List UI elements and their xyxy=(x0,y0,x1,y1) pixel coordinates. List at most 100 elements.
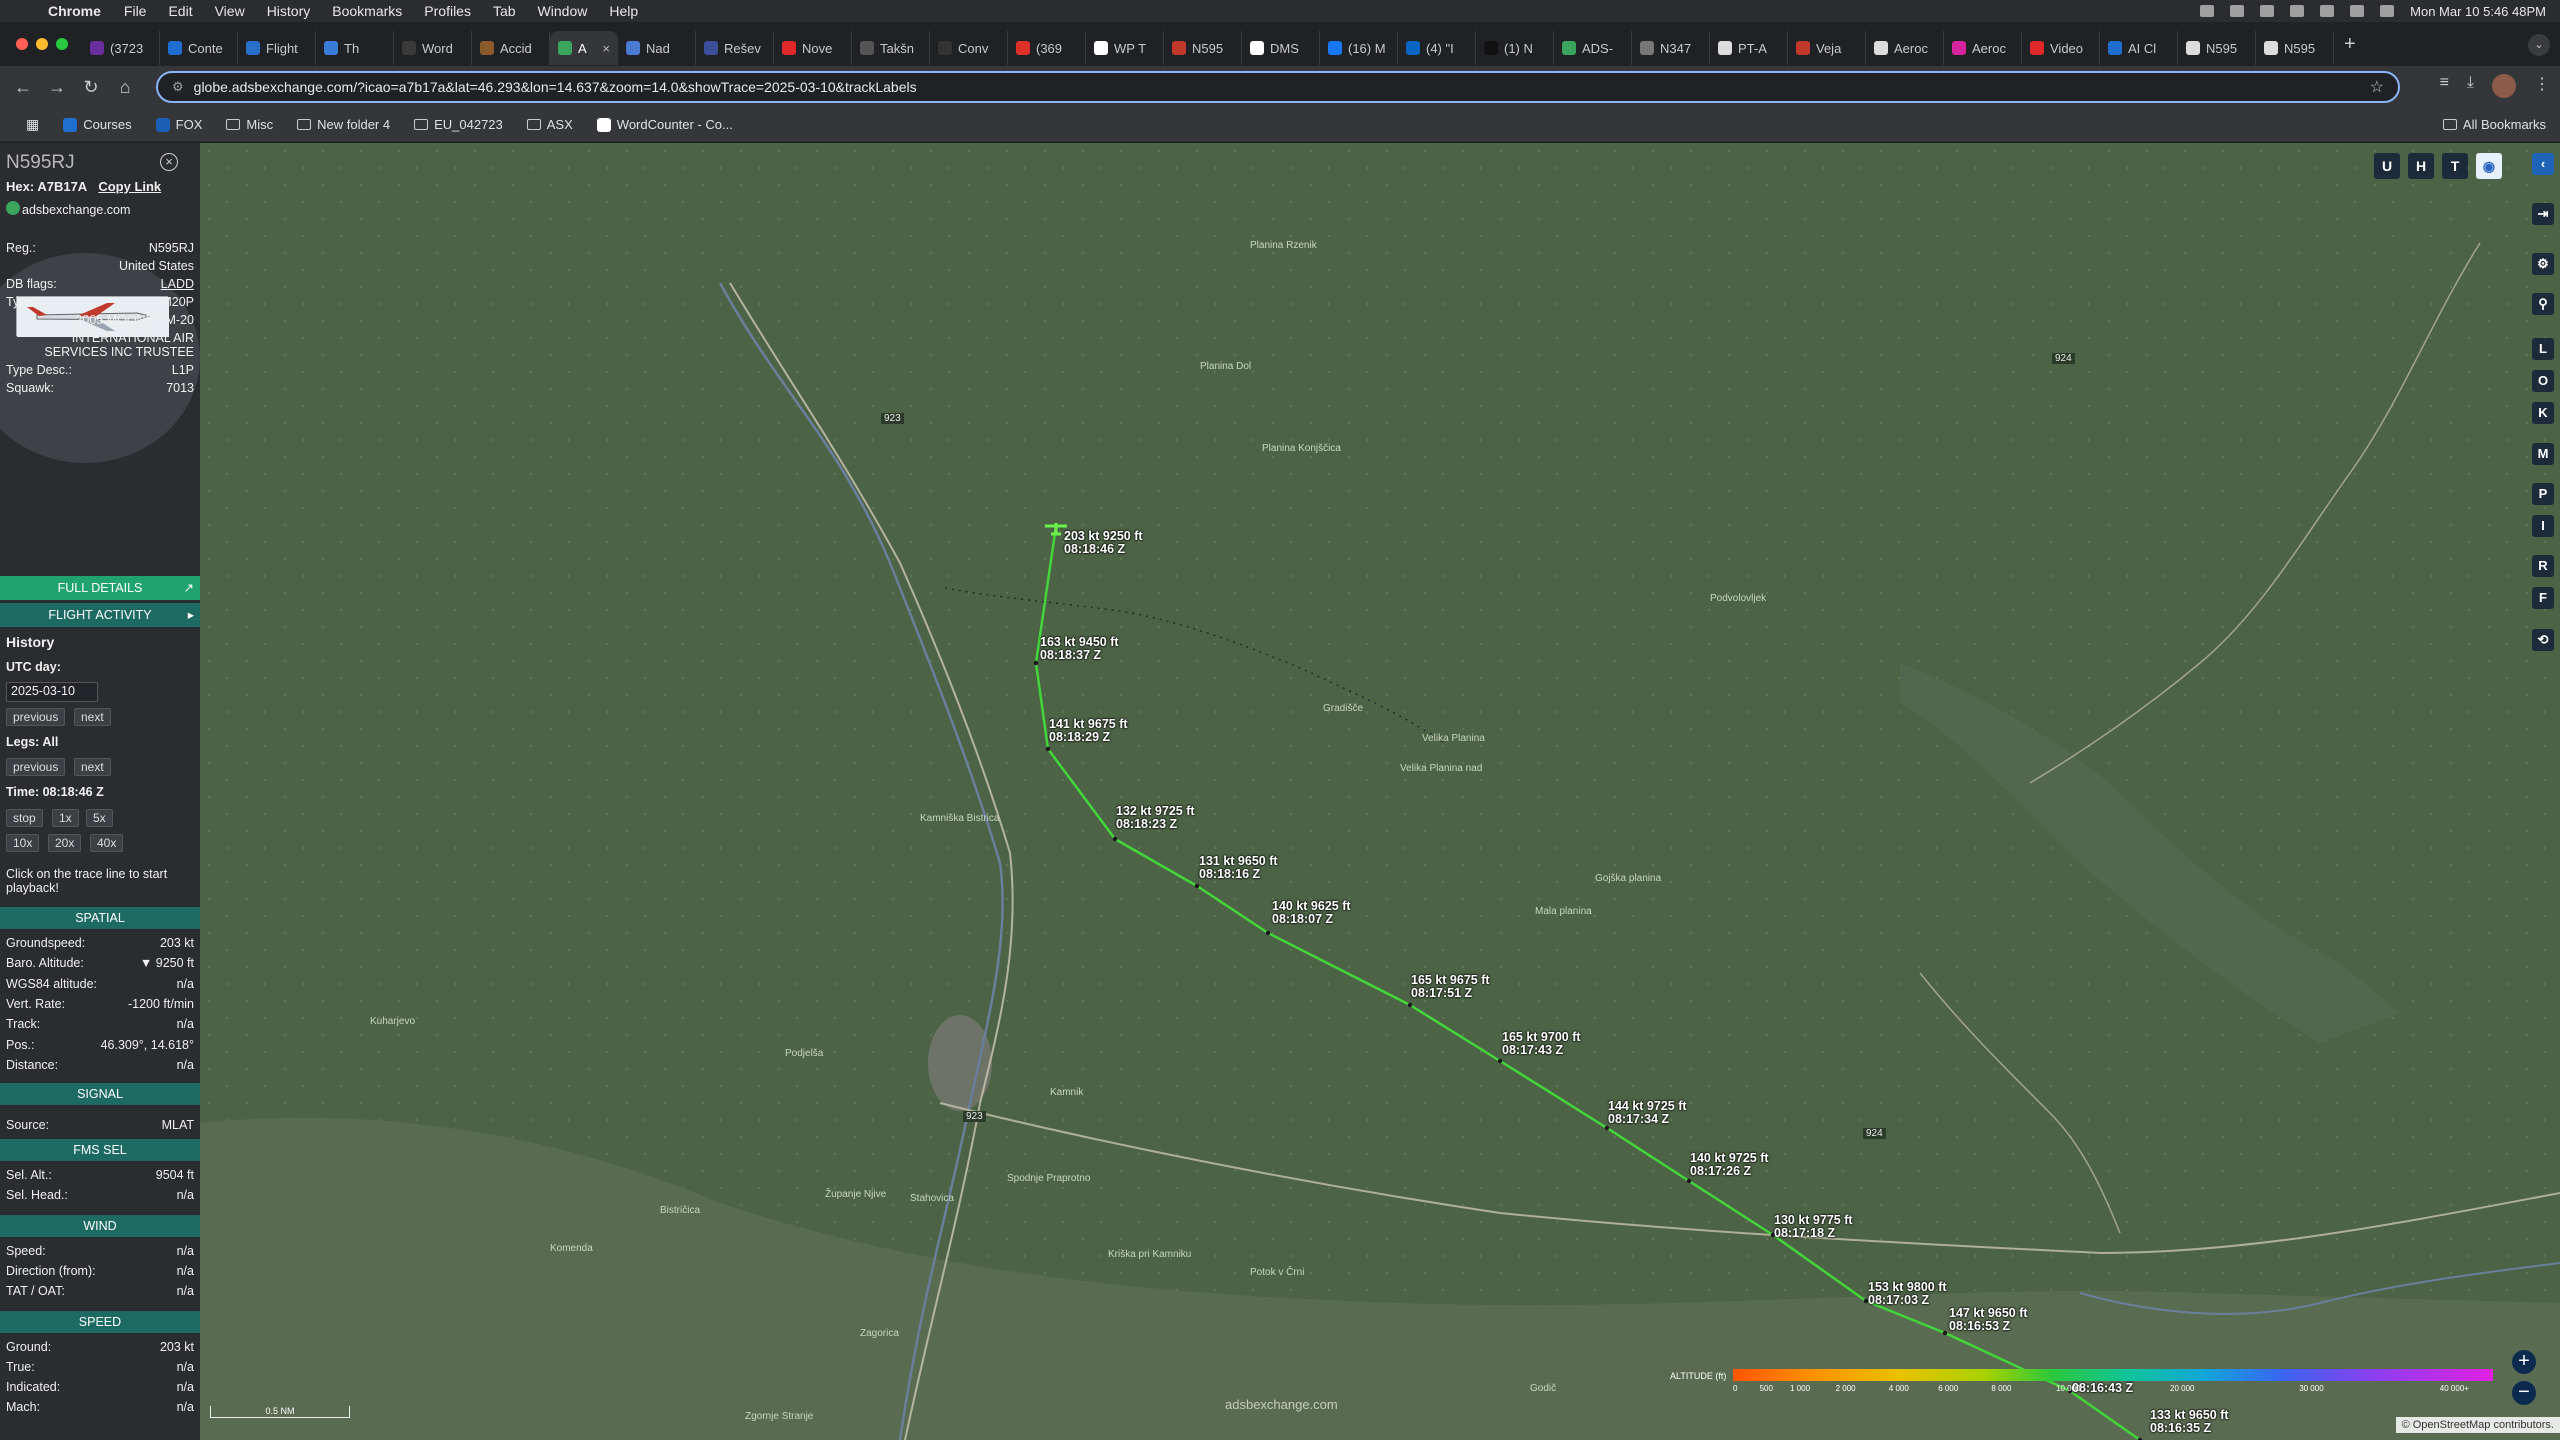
back-icon[interactable]: ← xyxy=(6,70,40,104)
address-url[interactable]: globe.adsbexchange.com/?icao=a7b17a&lat=… xyxy=(194,79,917,95)
browser-tab[interactable]: Aeroc xyxy=(1866,31,1944,65)
browser-tab[interactable]: (369 xyxy=(1008,31,1086,65)
map-button-u[interactable]: U xyxy=(2374,153,2400,179)
minimize-window-button[interactable] xyxy=(36,38,48,50)
browser-tab[interactable]: Word xyxy=(394,31,472,65)
bookmark-item[interactable]: ASX xyxy=(515,117,585,132)
menu-tab[interactable]: Tab xyxy=(482,3,527,19)
app-menu[interactable]: Chrome xyxy=(44,3,113,19)
trace-point[interactable] xyxy=(1112,836,1118,842)
signal-section-header[interactable]: SIGNAL xyxy=(0,1083,200,1105)
status-icon[interactable] xyxy=(2230,5,2245,17)
trace-point[interactable] xyxy=(1686,1178,1692,1184)
browser-tab[interactable]: Th xyxy=(316,31,394,65)
apps-grid-icon[interactable]: ▦ xyxy=(14,116,51,133)
settings-gear-icon[interactable]: ⚙ xyxy=(2532,253,2554,275)
browser-tab[interactable]: (4) "I xyxy=(1398,31,1476,65)
browser-tab[interactable]: N595 xyxy=(2256,31,2334,65)
zoom-out-button[interactable]: − xyxy=(2512,1381,2536,1405)
browser-tab[interactable]: (3723 xyxy=(82,31,160,65)
menubar-clock[interactable]: Mon Mar 10 5:46 48PM xyxy=(2410,4,2546,19)
map-button-f[interactable]: F xyxy=(2532,587,2554,609)
new-tab-button[interactable]: + xyxy=(2334,33,2366,56)
map-button-m[interactable]: M xyxy=(2532,443,2554,465)
map-button-p[interactable]: P xyxy=(2532,483,2554,505)
fms-section-header[interactable]: FMS SEL xyxy=(0,1139,200,1161)
menu-profiles[interactable]: Profiles xyxy=(413,3,482,19)
filter-icon[interactable]: ⚲ xyxy=(2532,293,2554,315)
tab-search-icon[interactable]: ⌄ xyxy=(2528,34,2550,56)
forward-icon[interactable]: → xyxy=(40,70,74,104)
menu-edit[interactable]: Edit xyxy=(157,3,203,19)
dbflags-value[interactable]: LADD xyxy=(161,277,194,291)
map-button-o[interactable]: O xyxy=(2532,370,2554,392)
browser-tab[interactable]: WP T xyxy=(1086,31,1164,65)
map-button-l[interactable]: L xyxy=(2532,338,2554,360)
status-icon[interactable] xyxy=(2260,5,2275,17)
browser-tab[interactable]: Veja xyxy=(1788,31,1866,65)
browser-tab[interactable]: (1) N xyxy=(1476,31,1554,65)
all-bookmarks[interactable]: All Bookmarks xyxy=(2442,117,2546,132)
zoom-window-button[interactable] xyxy=(56,38,68,50)
map-button-t[interactable]: T xyxy=(2442,153,2468,179)
menu-bookmarks[interactable]: Bookmarks xyxy=(321,3,413,19)
bookmark-star-icon[interactable]: ☆ xyxy=(2370,77,2384,97)
trace-point[interactable] xyxy=(1045,746,1051,752)
day-next-button[interactable]: next xyxy=(74,708,111,726)
replay-icon[interactable]: ⟲ xyxy=(2532,629,2554,651)
browser-tab[interactable]: N595 xyxy=(1164,31,1242,65)
browser-tab[interactable]: DMS xyxy=(1242,31,1320,65)
bookmark-item[interactable]: EU_042723 xyxy=(402,117,515,132)
day-previous-button[interactable]: previous xyxy=(6,708,66,726)
browser-tab[interactable]: AI Cl xyxy=(2100,31,2178,65)
browser-tab[interactable]: Conv xyxy=(930,31,1008,65)
trace-point[interactable] xyxy=(1942,1330,1948,1336)
site-info-icon[interactable]: ⚙ xyxy=(172,79,184,95)
menu-file[interactable]: File xyxy=(113,3,158,19)
browser-tab[interactable]: Takšn xyxy=(852,31,930,65)
playback-stop-button[interactable]: stop xyxy=(6,809,43,827)
trace-point[interactable] xyxy=(1033,660,1039,666)
browser-tab[interactable]: Video xyxy=(2022,31,2100,65)
status-icon[interactable] xyxy=(2200,5,2215,17)
search-icon[interactable] xyxy=(2350,5,2365,17)
osm-attribution[interactable]: © OpenStreetMap contributors. xyxy=(2395,1417,2560,1433)
bookmark-item[interactable]: New folder 4 xyxy=(285,117,402,132)
utc-day-input[interactable]: 2025-03-10 xyxy=(6,682,98,702)
browser-tab[interactable]: N347 xyxy=(1632,31,1710,65)
bookmark-item[interactable]: FOX xyxy=(144,117,215,132)
address-bar[interactable]: ⚙ globe.adsbexchange.com/?icao=a7b17a&la… xyxy=(156,71,2400,103)
playback-5x-button[interactable]: 5x xyxy=(86,809,113,827)
map-button-r[interactable]: R xyxy=(2532,555,2554,577)
control-center-icon[interactable] xyxy=(2380,5,2395,17)
profile-avatar[interactable] xyxy=(2492,74,2516,98)
browser-tab[interactable]: Rešev xyxy=(696,31,774,65)
playback-40x-button[interactable]: 40x xyxy=(90,834,124,852)
bookmark-item[interactable]: WordCounter - Co... xyxy=(585,117,745,132)
leg-previous-button[interactable]: previous xyxy=(6,758,66,776)
reading-list-icon[interactable]: ≡ xyxy=(2440,74,2449,98)
collapse-sidebar-icon[interactable]: ‹ xyxy=(2532,153,2554,175)
bookmark-item[interactable]: Courses xyxy=(51,117,143,132)
browser-tab[interactable]: Nad xyxy=(618,31,696,65)
leg-next-button[interactable]: next xyxy=(74,758,111,776)
browser-tab[interactable]: ADS- xyxy=(1554,31,1632,65)
close-tab-icon[interactable]: × xyxy=(602,41,610,56)
speed-section-header[interactable]: SPEED xyxy=(0,1311,200,1333)
spatial-section-header[interactable]: SPATIAL xyxy=(0,907,200,929)
browser-tab[interactable]: Conte xyxy=(160,31,238,65)
browser-tab[interactable]: (16) M xyxy=(1320,31,1398,65)
wind-section-header[interactable]: WIND xyxy=(0,1215,200,1237)
browser-tab[interactable]: Nove xyxy=(774,31,852,65)
trace-point[interactable] xyxy=(1604,1125,1610,1131)
browser-tab[interactable]: Aeroc xyxy=(1944,31,2022,65)
menu-history[interactable]: History xyxy=(256,3,322,19)
wifi-icon[interactable] xyxy=(2320,5,2335,17)
full-details-button[interactable]: FULL DETAILS ↗ xyxy=(0,576,200,600)
zoom-in-button[interactable]: + xyxy=(2512,1350,2536,1374)
source-site-link[interactable]: adsbexchange.com xyxy=(22,203,130,217)
trace-point[interactable] xyxy=(1497,1058,1503,1064)
close-panel-button[interactable]: × xyxy=(160,153,178,171)
playback-20x-button[interactable]: 20x xyxy=(48,834,82,852)
copy-link-button[interactable]: Copy Link xyxy=(98,179,161,194)
